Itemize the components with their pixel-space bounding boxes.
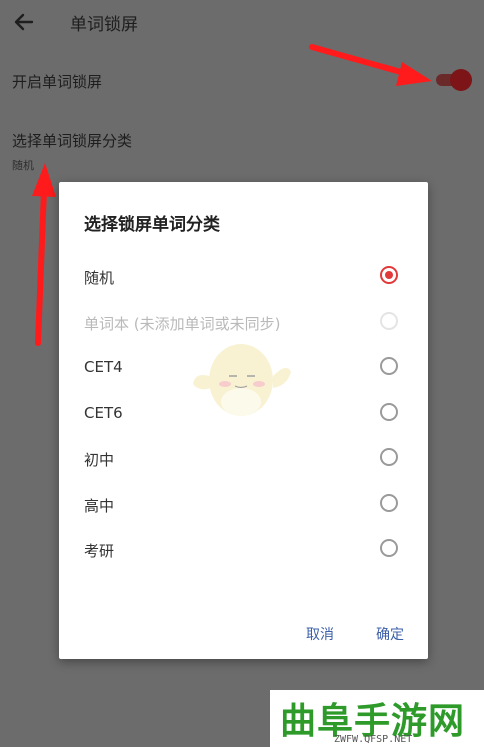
option-label: 随机 xyxy=(84,269,115,287)
category-setting-value: 随机 xyxy=(12,159,34,172)
arrow-to-category xyxy=(32,163,56,346)
option-random[interactable]: 随机 xyxy=(59,257,428,297)
mascot-illustration xyxy=(193,344,291,416)
enable-lockscreen-label[interactable]: 开启单词锁屏 xyxy=(12,71,102,92)
radio-checked-icon[interactable] xyxy=(380,266,398,284)
radio-unchecked-icon[interactable] xyxy=(380,403,398,421)
enable-lockscreen-toggle[interactable] xyxy=(434,69,474,91)
radio-unchecked-icon[interactable] xyxy=(380,448,398,466)
cancel-button[interactable]: 取消 xyxy=(306,624,334,644)
option-label: CET4 xyxy=(84,358,123,376)
option-label: 初中 xyxy=(84,451,115,469)
page-title: 单词锁屏 xyxy=(70,15,138,35)
option-junior-high[interactable]: 初中 xyxy=(59,439,428,479)
radio-unchecked-icon[interactable] xyxy=(380,357,398,375)
radio-disabled-icon xyxy=(380,312,398,330)
arrow-left-icon[interactable] xyxy=(10,8,38,36)
category-setting-label[interactable]: 选择单词锁屏分类 xyxy=(12,130,132,151)
option-senior-high[interactable]: 高中 xyxy=(59,485,428,525)
option-label: 高中 xyxy=(84,497,115,515)
app-bar: 单词锁屏 xyxy=(0,0,484,44)
option-label: CET6 xyxy=(84,404,123,422)
watermark-url: ZWFW.QFSP.NET xyxy=(334,734,413,745)
watermark: 曲阜手游网 ZWFW.QFSP.NET xyxy=(270,690,484,747)
option-postgraduate[interactable]: 考研 xyxy=(59,530,428,570)
toggle-thumb xyxy=(450,69,472,91)
radio-unchecked-icon[interactable] xyxy=(380,494,398,512)
ok-button[interactable]: 确定 xyxy=(376,624,404,644)
dialog-title: 选择锁屏单词分类 xyxy=(84,215,220,235)
radio-unchecked-icon[interactable] xyxy=(380,539,398,557)
arrow-to-toggle xyxy=(309,44,432,86)
option-label: 单词本 (未添加单词或未同步) xyxy=(84,315,281,333)
option-label: 考研 xyxy=(84,542,115,560)
category-dialog: 选择锁屏单词分类 随机 单词本 (未添加单词或未同步) CET4 CET6 初中… xyxy=(59,182,428,659)
